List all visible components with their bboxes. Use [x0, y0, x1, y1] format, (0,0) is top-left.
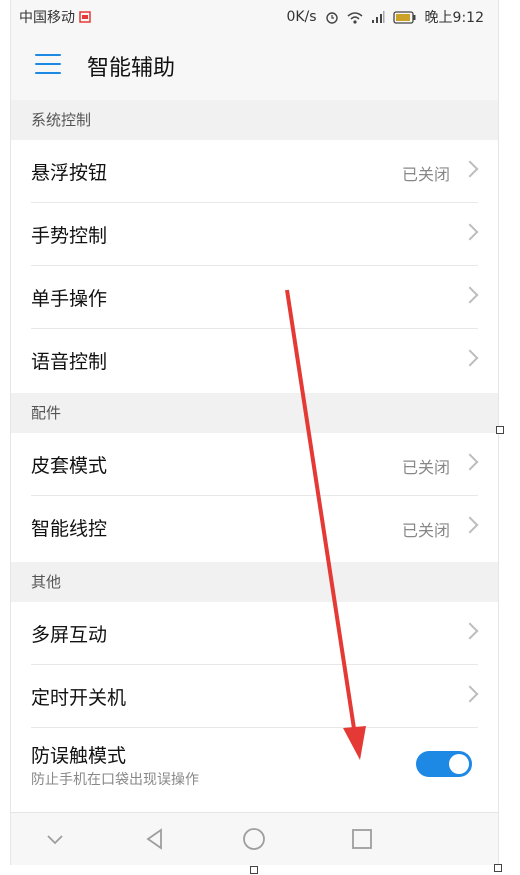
setting-label: 皮套模式 — [31, 455, 108, 477]
setting-row-pocket-mode[interactable]: 防误触模式 防止手机在口袋出现误操作 — [11, 729, 498, 799]
carrier-label: 中国移动 — [19, 10, 75, 26]
status-right: 0K/s 晚上9:12 — [286, 7, 484, 27]
resize-handle-corner[interactable] — [494, 864, 502, 872]
setting-label: 悬浮按钮 — [31, 162, 108, 184]
section-header-accessories: 配件 — [11, 393, 498, 433]
setting-label: 智能线控 — [31, 518, 108, 540]
chevron-right-icon — [461, 622, 479, 640]
divider — [31, 727, 478, 728]
notification-icon — [79, 11, 91, 23]
setting-row-multi-screen[interactable]: 多屏互动 — [11, 602, 498, 665]
chevron-right-icon — [461, 685, 479, 703]
section-header-label: 系统控制 — [31, 111, 92, 129]
battery-icon — [392, 10, 417, 24]
signal-icon — [371, 10, 385, 24]
navigation-bar — [11, 812, 498, 865]
section-header-other: 其他 — [11, 562, 498, 602]
chevron-right-icon — [461, 453, 479, 471]
chevron-right-icon — [461, 160, 479, 178]
setting-row-floating-button[interactable]: 悬浮按钮 已关闭 — [11, 140, 498, 203]
setting-label: 防误触模式 — [31, 745, 127, 767]
setting-label: 定时开关机 — [31, 687, 127, 709]
page-title: 智能辅助 — [87, 56, 176, 81]
chevron-right-icon — [461, 286, 479, 304]
chevron-right-icon — [461, 349, 479, 367]
section-header-label: 配件 — [31, 404, 62, 422]
chevron-right-icon — [461, 223, 479, 241]
app-bar: 智能辅助 — [11, 30, 498, 100]
setting-row-gesture-control[interactable]: 手势控制 — [11, 203, 498, 266]
setting-value: 已关闭 — [401, 165, 450, 184]
recents-icon[interactable] — [348, 825, 376, 853]
wifi-icon — [347, 11, 363, 24]
status-bar: 中国移动 0K/s 晚上9:12 — [11, 0, 498, 30]
toggle-knob — [449, 754, 469, 774]
resize-handle-right[interactable] — [496, 426, 504, 434]
setting-value: 已关闭 — [401, 458, 450, 477]
section-header-system-control: 系统控制 — [11, 100, 498, 140]
section-header-label: 其他 — [31, 573, 62, 591]
status-left: 中国移动 — [19, 7, 91, 27]
setting-label: 语音控制 — [31, 351, 108, 373]
pocket-mode-toggle[interactable] — [416, 751, 472, 777]
setting-row-cover-mode[interactable]: 皮套模式 已关闭 — [11, 433, 498, 496]
hamburger-menu-icon[interactable] — [35, 54, 61, 74]
alarm-icon — [325, 10, 339, 24]
setting-row-smart-wire-control[interactable]: 智能线控 已关闭 — [11, 496, 498, 559]
chevron-right-icon — [461, 516, 479, 534]
clock: 晚上9:12 — [424, 10, 484, 26]
network-speed: 0K/s — [286, 9, 317, 25]
chevron-down-icon[interactable] — [41, 825, 69, 853]
setting-label: 单手操作 — [31, 288, 108, 310]
setting-label: 手势控制 — [31, 225, 108, 247]
setting-row-one-hand[interactable]: 单手操作 — [11, 266, 498, 329]
setting-value: 已关闭 — [401, 521, 450, 540]
home-icon[interactable] — [240, 825, 268, 853]
setting-row-scheduled-power[interactable]: 定时开关机 — [11, 665, 498, 728]
back-icon[interactable] — [141, 825, 169, 853]
setting-label: 多屏互动 — [31, 624, 108, 646]
resize-handle-bottom[interactable] — [250, 866, 258, 874]
phone-screen: 中国移动 0K/s 晚上9:12 智能辅助 系统控制 悬浮按钮 已关闭 手势控制… — [10, 0, 499, 865]
setting-row-voice-control[interactable]: 语音控制 — [11, 329, 498, 392]
setting-subtitle: 防止手机在口袋出现误操作 — [31, 772, 199, 788]
